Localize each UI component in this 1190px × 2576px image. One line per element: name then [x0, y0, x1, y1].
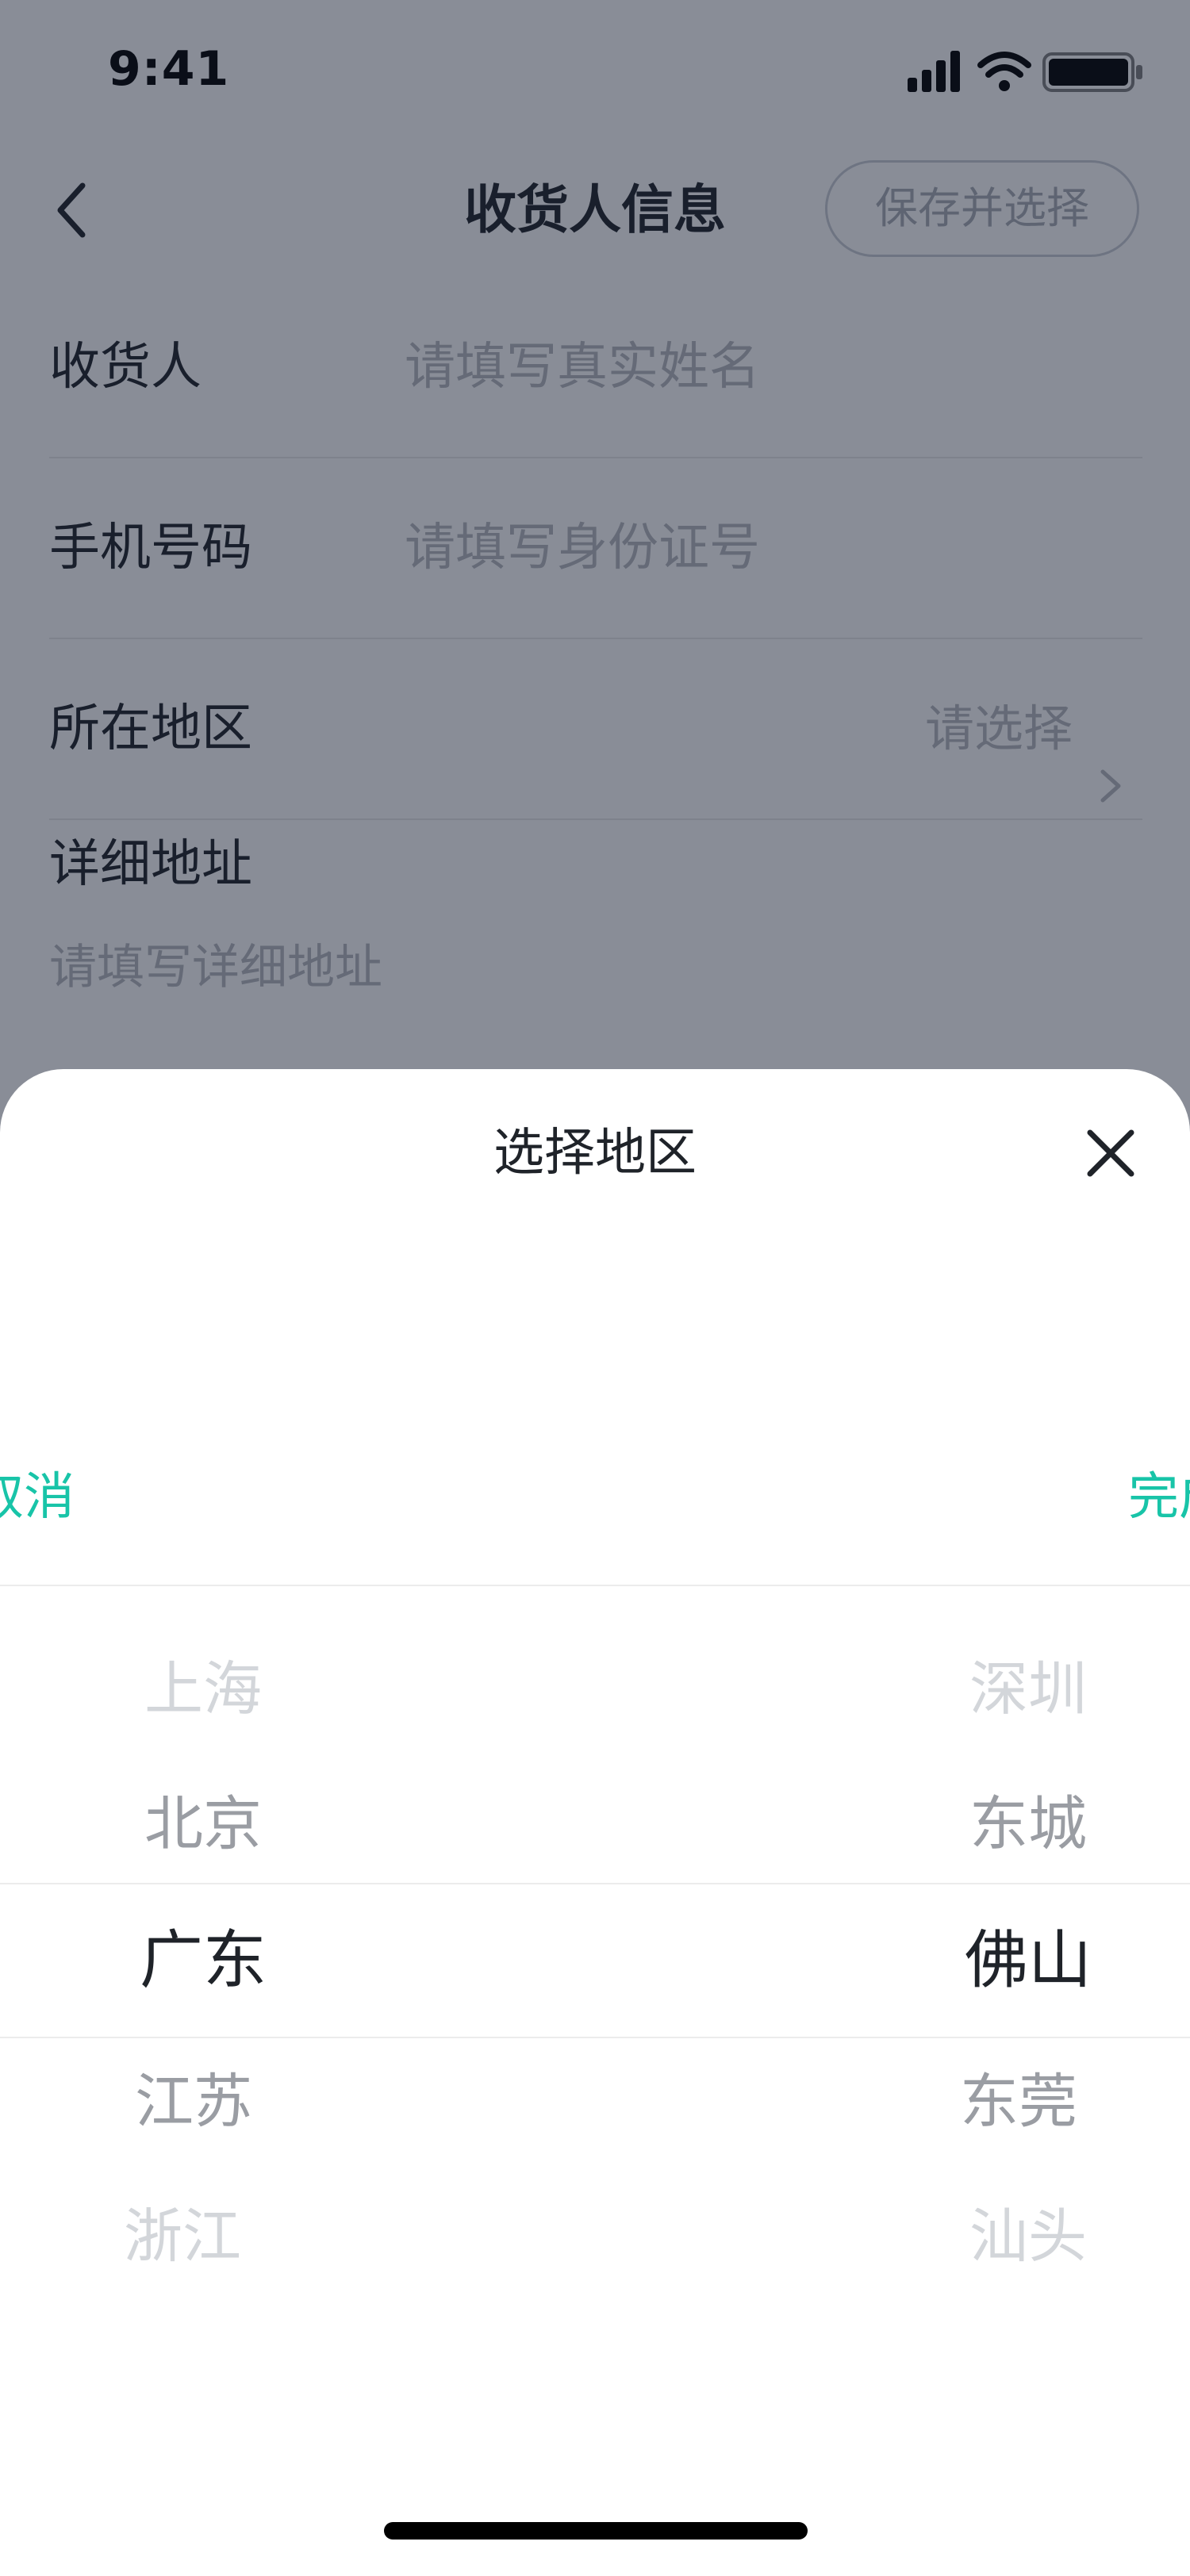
province-option-selected[interactable]: 广东 — [36, 1913, 370, 2008]
home-indicator — [384, 2522, 808, 2540]
province-option[interactable]: 江苏 — [27, 2054, 360, 2149]
city-option[interactable]: 东莞 — [852, 2054, 1185, 2149]
city-option[interactable]: 汕头 — [862, 2189, 1190, 2284]
province-option[interactable]: 北京 — [36, 1777, 370, 1872]
province-option[interactable]: 上海 — [36, 1642, 370, 1737]
city-option[interactable]: 东城 — [862, 1777, 1190, 1872]
province-wheel[interactable]: 上海 北京 广东 江苏 浙江 — [36, 1586, 370, 2379]
region-picker-sheet: 选择地区 取消 完成 上海 北京 广东 江苏 浙江 深圳 东城 佛山 东莞 汕头 — [0, 1069, 1190, 2576]
picker-toolbar: 取消 完成 — [0, 1410, 1190, 1586]
city-wheel[interactable]: 深圳 东城 佛山 东莞 汕头 — [862, 1586, 1190, 2379]
province-option[interactable]: 浙江 — [16, 2189, 349, 2284]
picker-done-button[interactable]: 完成 — [1128, 1410, 1190, 1585]
city-option-selected[interactable]: 佛山 — [862, 1913, 1190, 2008]
picker-wheels: 上海 北京 广东 江苏 浙江 深圳 东城 佛山 东莞 汕头 — [0, 1586, 1190, 2379]
picker-cancel-button[interactable]: 取消 — [0, 1410, 75, 1585]
close-icon — [1087, 1129, 1134, 1177]
city-option[interactable]: 深圳 — [862, 1642, 1190, 1737]
close-button[interactable] — [1079, 1121, 1142, 1185]
sheet-title: 选择地区 — [493, 1124, 697, 1183]
